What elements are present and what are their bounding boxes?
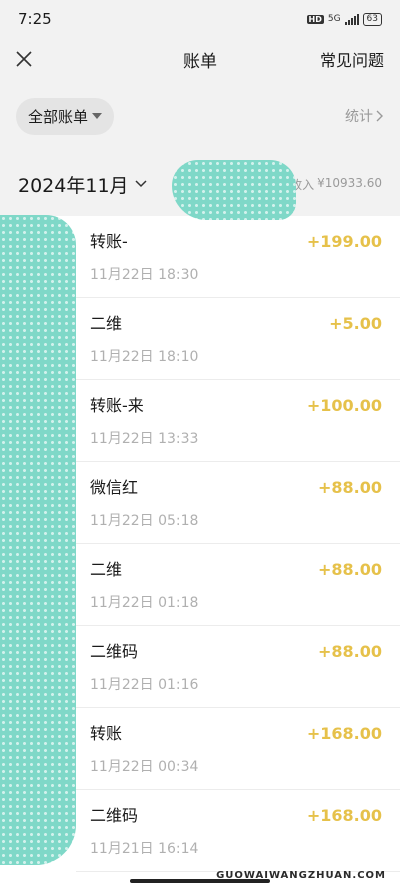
transaction-amount: +100.00 <box>306 396 382 415</box>
redaction-overlay <box>0 215 76 865</box>
bill-type-filter[interactable]: 全部账单 <box>16 97 115 135</box>
income-summary: 收入 ¥10933.60 <box>290 176 382 193</box>
bill-type-label: 全部账单 <box>28 107 89 126</box>
signal-icon <box>344 13 359 25</box>
transaction-time: 11月22日 18:30 <box>90 267 199 283</box>
redaction-overlay <box>172 160 296 220</box>
status-time: 7:25 <box>18 10 52 28</box>
transaction-amount: +88.00 <box>317 478 382 497</box>
transaction-time: 11月22日 13:33 <box>90 431 199 447</box>
transaction-amount: +199.00 <box>306 232 382 251</box>
faq-link[interactable]: 常见问题 <box>320 47 384 71</box>
status-icons: HD 5G 63 <box>306 12 382 26</box>
transaction-amount: +5.00 <box>329 314 382 333</box>
caret-down-icon <box>92 113 103 119</box>
transaction-amount: +168.00 <box>306 806 382 825</box>
network-label: 5G <box>327 14 341 24</box>
income-value: ¥10933.60 <box>317 175 382 190</box>
transaction-time: 11月21日 16:14 <box>90 841 199 857</box>
chevron-right-icon <box>376 110 383 122</box>
list-item[interactable]: 转账- 11月22日 18:30 +199.00 <box>76 216 400 298</box>
chevron-down-icon <box>135 180 147 188</box>
month-label: 2024年11月 <box>18 174 129 197</box>
list-item[interactable]: 二维码 11月22日 01:16 +88.00 <box>76 626 400 708</box>
month-selector[interactable]: 2024年11月 <box>18 171 147 198</box>
transaction-amount: +168.00 <box>306 724 382 743</box>
stats-link[interactable]: 统计 <box>345 106 384 126</box>
status-bar: 7:25 HD 5G 63 <box>0 0 400 38</box>
transaction-time: 11月22日 01:16 <box>90 677 199 693</box>
transaction-time: 11月22日 18:10 <box>90 349 199 365</box>
list-item[interactable]: 微信红 11月22日 05:18 +88.00 <box>76 462 400 544</box>
transaction-time: 11月22日 05:18 <box>90 513 199 529</box>
list-item[interactable]: 二维码 11月21日 16:14 +168.00 <box>76 790 400 872</box>
nav-bar: 账单 常见问题 <box>0 38 400 80</box>
list-item[interactable]: 转账 11月22日 00:34 +168.00 <box>76 708 400 790</box>
battery-icon: 63 <box>362 12 382 26</box>
transaction-amount: +88.00 <box>317 642 382 661</box>
stats-label: 统计 <box>345 109 373 125</box>
close-icon[interactable] <box>12 47 36 71</box>
list-item[interactable]: 二维 11月22日 01:18 +88.00 <box>76 544 400 626</box>
list-item[interactable]: 二维 11月22日 18:10 +5.00 <box>76 298 400 380</box>
filter-row: 全部账单 统计 <box>0 80 400 152</box>
transaction-amount: +88.00 <box>317 560 382 579</box>
hd-icon: HD <box>306 14 324 24</box>
home-indicator <box>130 879 270 883</box>
transaction-time: 11月22日 00:34 <box>90 759 199 775</box>
list-item[interactable]: 转账-来 11月22日 13:33 +100.00 <box>76 380 400 462</box>
transaction-time: 11月22日 01:18 <box>90 595 199 611</box>
